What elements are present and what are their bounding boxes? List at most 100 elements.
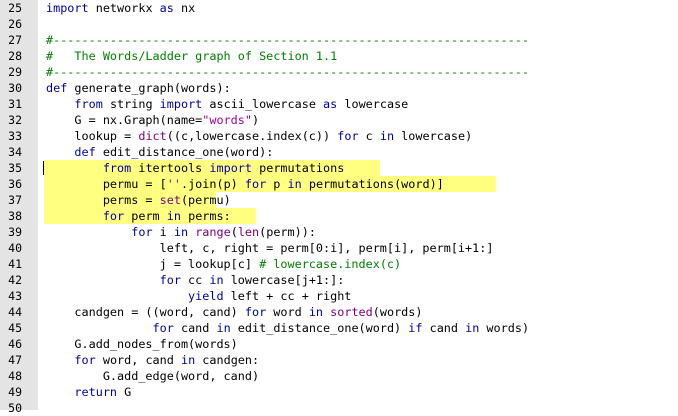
code-text: j = lookup[c] # lowercase.index(c) <box>46 256 402 272</box>
line-number: 47 <box>8 353 22 367</box>
code-token: (words) <box>372 305 423 319</box>
code-token: word, cand <box>95 353 181 367</box>
code-token: ) <box>251 113 260 127</box>
code-token: # lowercase.index(c) <box>259 257 402 271</box>
code-token: in <box>287 177 302 191</box>
code-token: perms = <box>46 193 160 207</box>
code-token: in <box>379 129 395 143</box>
code-token: string <box>102 97 160 111</box>
code-line[interactable]: 32 G = nx.Graph(name="words") <box>0 112 678 128</box>
code-token: (permu) <box>180 193 231 207</box>
code-text: lookup = dict((c,lowercase.index(c)) for… <box>46 128 472 144</box>
code-token: dict <box>138 129 167 143</box>
code-token: edit_distance_one(word) <box>230 321 409 335</box>
code-token: candgen: <box>195 353 260 367</box>
code-token: for <box>159 273 181 287</box>
code-line[interactable]: 46 G.add_nodes_from(words) <box>0 336 678 352</box>
code-token: range <box>195 225 231 239</box>
code-line[interactable]: 43 yield left + cc + right <box>0 288 678 304</box>
code-token: from <box>74 97 103 111</box>
code-line[interactable]: 37 perms = set(permu) <box>0 192 678 208</box>
code-text: #---------------------------------------… <box>46 32 529 48</box>
code-line[interactable]: 28 # The Words/Ladder graph of Section 1.… <box>0 48 678 64</box>
code-text: from itertools import permutations <box>46 160 345 176</box>
code-token: candgen = ((word, cand) <box>46 305 245 319</box>
code-token: cand <box>422 321 466 335</box>
code-token: lookup = <box>46 129 139 143</box>
code-token: networkx <box>88 1 160 15</box>
code-line[interactable]: 47 for word, cand in candgen: <box>0 352 678 368</box>
code-text: # The Words/Ladder graph of Section 1.1 <box>46 48 337 64</box>
code-token: perms: <box>180 209 231 223</box>
code-text: return G <box>46 384 131 400</box>
code-line[interactable]: 44 candgen = ((word, cand) for word in s… <box>0 304 678 320</box>
code-line[interactable]: 29 #-------------------------------------… <box>0 64 678 80</box>
code-text: yield left + cc + right <box>46 288 351 304</box>
code-text: #---------------------------------------… <box>46 64 529 80</box>
code-token: def <box>46 81 68 95</box>
code-line[interactable]: 38 for perm in perms: <box>0 208 678 224</box>
code-token: permutations(word)] <box>301 177 444 191</box>
line-number: 32 <box>8 113 22 127</box>
code-token: #---------------------------------------… <box>46 33 529 47</box>
code-token: in <box>173 225 189 239</box>
code-line[interactable]: 41 j = lookup[c] # lowercase.index(c) <box>0 256 678 272</box>
code-token: import <box>46 1 89 15</box>
code-token: # The Words/Ladder graph of Section 1.1 <box>46 49 338 63</box>
code-token: in <box>465 321 480 335</box>
code-token: perm <box>124 209 167 223</box>
line-number: 36 <box>8 177 22 191</box>
line-number: 27 <box>8 33 22 47</box>
code-line[interactable]: 39 for i in range(len(perm)): <box>0 224 678 240</box>
code-line[interactable]: 35 from itertools import permutations <box>0 160 678 176</box>
line-number: 40 <box>8 241 22 255</box>
code-token: sorted <box>330 305 373 319</box>
code-token: yield <box>188 289 224 303</box>
code-token: left + cc + right <box>223 289 352 303</box>
code-editor[interactable]: 25 import networkx as nx 26 27 #------------… <box>0 0 678 415</box>
code-line[interactable]: 25 import networkx as nx <box>0 0 678 16</box>
line-number: 30 <box>8 81 22 95</box>
code-token: for <box>244 177 267 191</box>
code-line[interactable]: 48 G.add_edge(word, cand) <box>0 368 678 384</box>
code-text: candgen = ((word, cand) for word in sort… <box>46 304 422 320</box>
code-token: permu = [ <box>46 177 167 191</box>
line-number: 44 <box>8 305 22 319</box>
code-line[interactable]: 30 def generate_graph(words): <box>0 80 678 96</box>
code-line[interactable]: 34 def edit_distance_one(word): <box>0 144 678 160</box>
code-line[interactable]: 36 permu = [''.join(p) for p in permutat… <box>0 176 678 192</box>
code-token: len <box>237 225 260 239</box>
code-line[interactable]: 49 return G <box>0 384 678 400</box>
code-token: return <box>74 385 118 399</box>
code-token: nx <box>173 1 196 15</box>
line-number: 42 <box>8 273 22 287</box>
code-token: for <box>102 209 125 223</box>
code-line[interactable]: 45 for cand in edit_distance_one(word) i… <box>0 320 678 336</box>
code-token: from <box>102 161 132 175</box>
line-number: 41 <box>8 257 22 271</box>
code-line[interactable]: 42 for cc in lowercase[j+1:]: <box>0 272 678 288</box>
code-line[interactable]: 40 left, c, right = perm[0:i], perm[i], … <box>0 240 678 256</box>
code-line[interactable]: 33 lookup = dict((c,lowercase.index(c)) … <box>0 128 678 144</box>
code-token: '' <box>166 177 181 191</box>
code-line[interactable]: 31 from string import ascii_lowercase as… <box>0 96 678 112</box>
code-token: for <box>152 321 174 335</box>
line-number: 39 <box>8 225 22 239</box>
line-number: 37 <box>8 193 22 207</box>
line-number: 33 <box>8 129 22 143</box>
code-line[interactable]: 50 <box>0 400 678 416</box>
code-token: i <box>152 225 174 239</box>
code-token: (perm)): <box>259 225 316 239</box>
code-token: import <box>209 161 253 175</box>
code-token: if <box>408 321 423 335</box>
code-line[interactable]: 26 <box>0 16 678 32</box>
code-line[interactable]: 27 #-------------------------------------… <box>0 32 678 48</box>
code-token: cc <box>180 273 210 287</box>
line-number: 26 <box>8 17 22 31</box>
code-token: in <box>216 321 231 335</box>
code-token: p <box>266 177 288 191</box>
